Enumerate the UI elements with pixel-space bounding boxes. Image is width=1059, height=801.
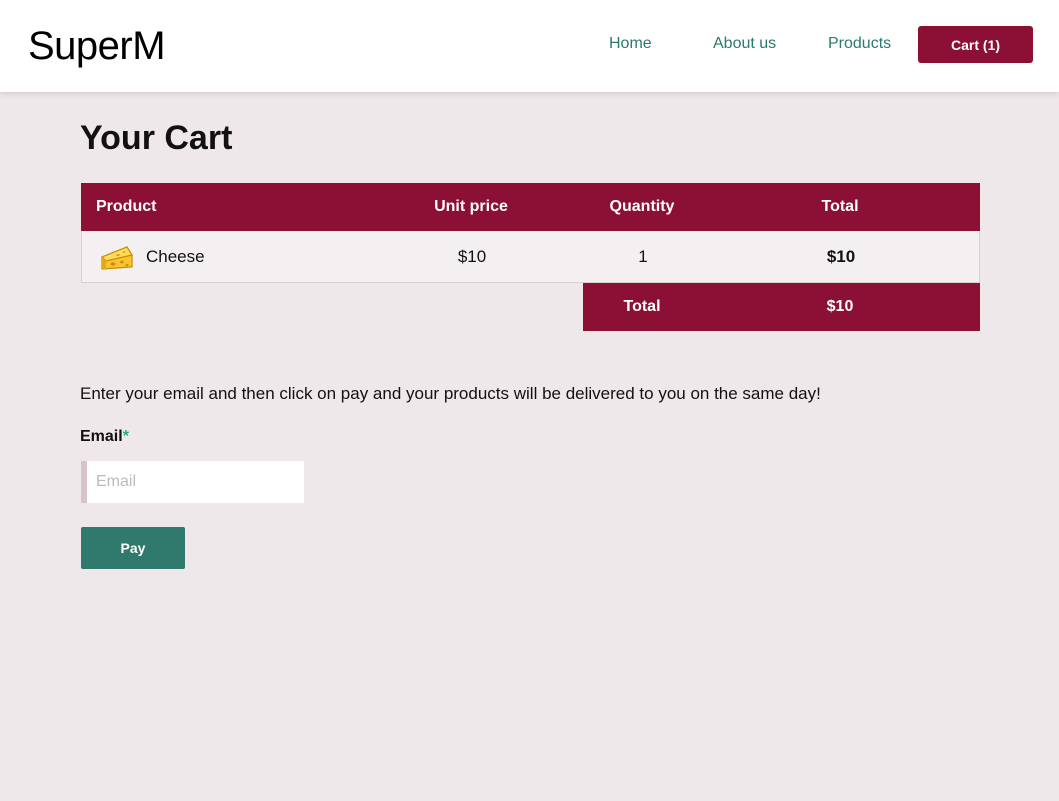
cheese-icon (100, 242, 134, 272)
cart-total-value: $10 (826, 298, 854, 315)
product-name: Cheese (146, 247, 205, 266)
navbar: SuperM Home About us Products Cart (1) (0, 0, 1059, 92)
pay-button[interactable]: Pay (81, 527, 185, 569)
quantity: 1 (638, 247, 648, 266)
nav-link-about-us[interactable]: About us (713, 34, 776, 54)
checkout-instructions: Enter your email and then click on pay a… (80, 384, 821, 403)
cart-total-label: Total (623, 298, 661, 315)
column-header-product: Product (96, 198, 157, 215)
cart-button[interactable]: Cart (1) (918, 26, 1033, 63)
table-row: Cheese $10 1 $10 (81, 231, 980, 283)
unit-price: $10 (457, 247, 487, 266)
column-header-total: Total (821, 198, 859, 215)
page-title: Your Cart (80, 119, 233, 157)
cart-total-bar: Total $10 (583, 283, 980, 331)
row-total: $10 (826, 247, 856, 266)
table-header: Product Unit price Quantity Total (81, 183, 980, 231)
email-label-text: Email (80, 428, 123, 445)
brand-logo[interactable]: SuperM (28, 24, 166, 68)
column-header-quantity: Quantity (609, 198, 675, 215)
column-header-unit-price: Unit price (434, 198, 508, 215)
email-label: Email* (80, 427, 129, 447)
cart-table: Product Unit price Quantity Total Cheese… (81, 183, 980, 283)
required-asterisk: * (122, 428, 129, 445)
email-input[interactable] (81, 461, 304, 503)
nav-link-home[interactable]: Home (609, 34, 652, 54)
nav-link-products[interactable]: Products (828, 34, 891, 54)
